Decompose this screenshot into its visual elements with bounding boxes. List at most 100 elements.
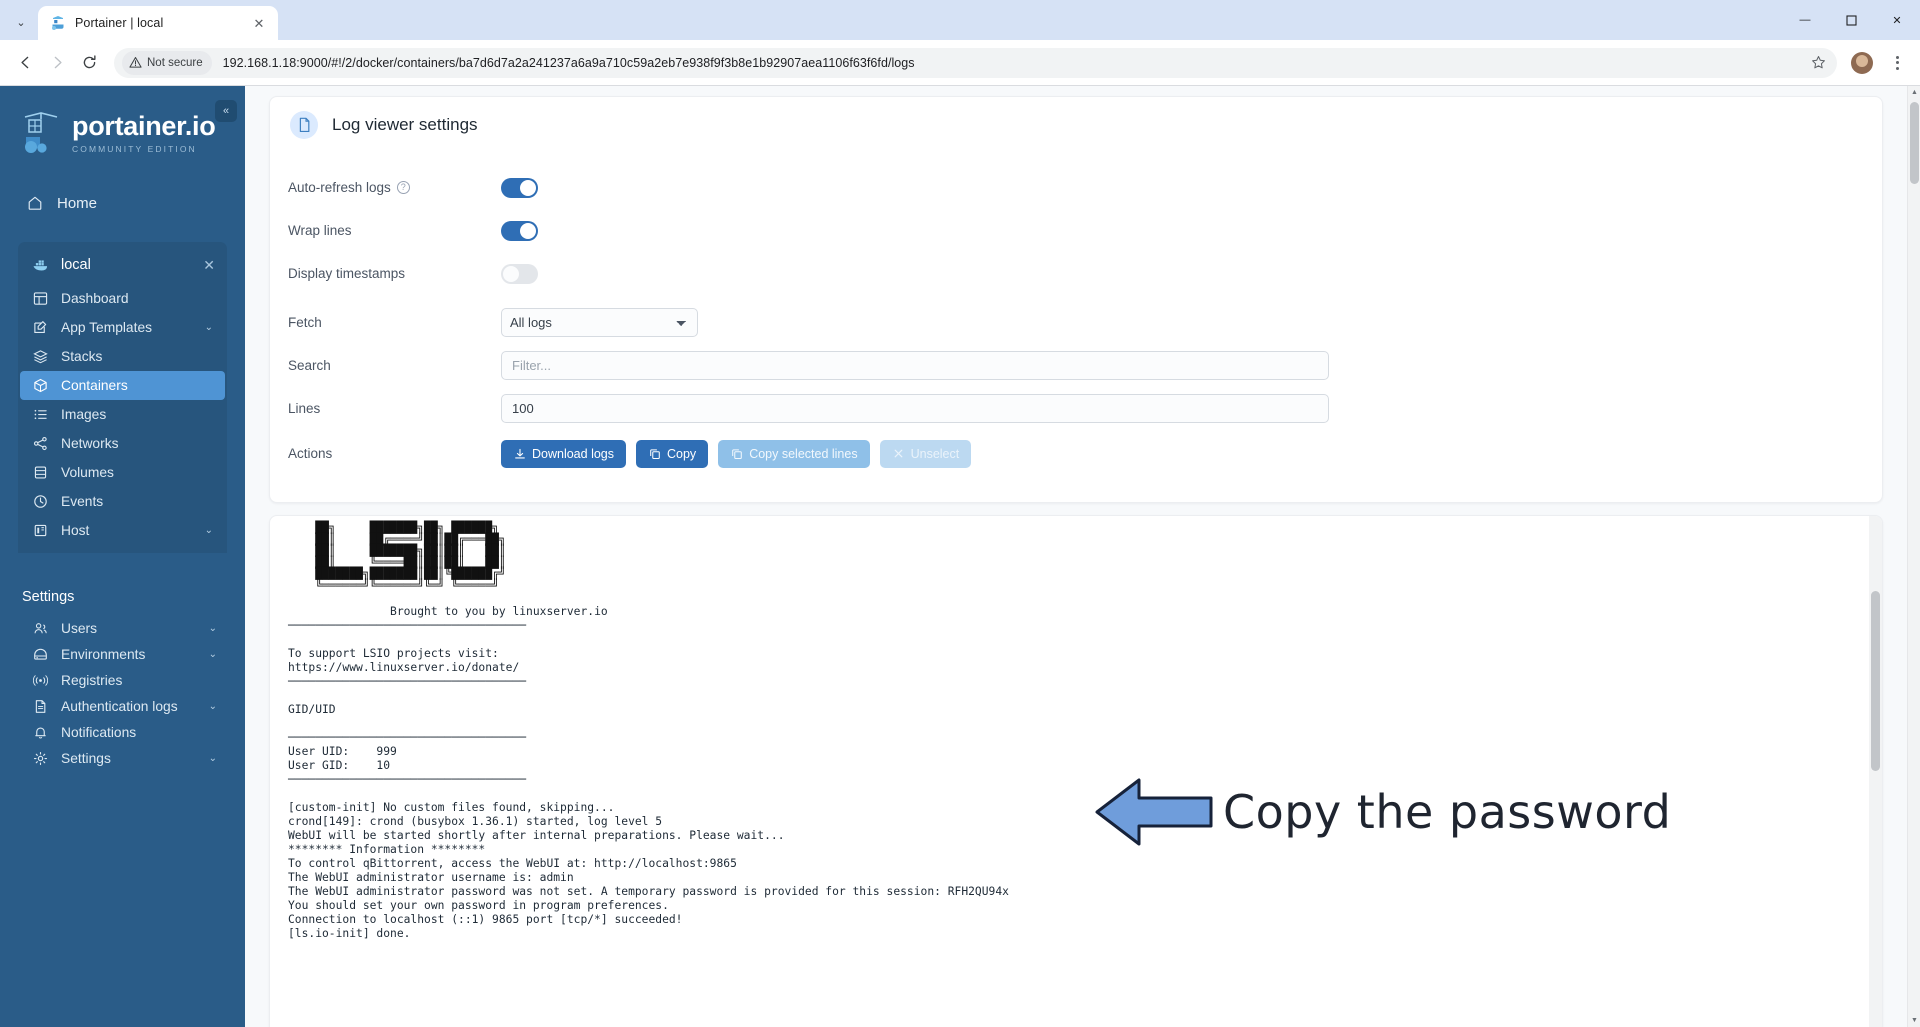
page-scrollbar-thumb[interactable] [1910, 102, 1919, 184]
fetch-select[interactable]: All logs [501, 308, 698, 337]
sidebar-item-authentication-logs[interactable]: Authentication logs ⌄ [0, 693, 245, 719]
browser-menu-icon[interactable] [1884, 48, 1910, 78]
download-logs-button[interactable]: Download logs [501, 439, 626, 468]
sidebar-item-networks[interactable]: Networks [18, 429, 227, 458]
sidebar-item-events[interactable]: Events [18, 487, 227, 516]
copy-selected-lines-label: Copy selected lines [749, 446, 858, 461]
brand-name: portainer.io [72, 110, 216, 141]
sidebar-item-containers[interactable]: Containers [20, 371, 225, 400]
sidebar-item-stacks[interactable]: Stacks [18, 342, 227, 371]
sidebar-item-environments[interactable]: Environments ⌄ [0, 641, 245, 667]
sidebar-item-users[interactable]: Users ⌄ [0, 615, 245, 641]
containers-icon [32, 377, 49, 394]
environment-close-icon[interactable]: ✕ [203, 257, 215, 274]
address-bar[interactable]: Not secure 192.168.1.18:9000/#!/2/docker… [114, 47, 1837, 78]
download-icon [513, 447, 526, 460]
sidebar-item-label: App Templates [61, 320, 153, 335]
images-icon [32, 406, 49, 423]
log-output-text[interactable]: ██╗ ███████╗██╗ ██████╗ ██║ ██╔════╝██║█… [270, 516, 1869, 1027]
file-icon [290, 111, 318, 139]
sidebar-item-label: Users [61, 620, 98, 636]
tab-close-icon[interactable]: ✕ [250, 14, 268, 32]
reload-icon[interactable] [74, 48, 104, 78]
copy-selected-lines-button[interactable]: Copy selected lines [718, 439, 870, 468]
sidebar-item-label: Volumes [61, 465, 114, 480]
browser-tab[interactable]: Portainer | local ✕ [38, 6, 278, 40]
brand-subtitle: COMMUNITY EDITION [72, 143, 197, 154]
users-icon [32, 620, 49, 637]
log-viewer-settings-header: Log viewer settings [270, 97, 1882, 153]
chevron-down-icon: ⌄ [208, 752, 217, 764]
sidebar-item-label: Notifications [61, 724, 137, 740]
sidebar-item-images[interactable]: Images [18, 400, 227, 429]
log-output-card: ██╗ ███████╗██╗ ██████╗ ██║ ██╔════╝██║█… [269, 515, 1883, 1027]
main-scroll-area: Log viewer settings Auto-refresh logs ? … [245, 86, 1907, 1027]
display-timestamps-toggle[interactable] [501, 263, 538, 284]
copy-icon [730, 447, 743, 460]
browser-window: ⌄ Portainer | local ✕ — ✕ Not secure 192… [0, 0, 1920, 1027]
lines-label: Lines [288, 401, 321, 416]
sidebar-item-notifications[interactable]: Notifications [0, 719, 245, 745]
lines-row: Lines [270, 392, 1882, 425]
page-body: « portainer.io COMMUNITY EDITION Home lo… [0, 86, 1920, 1027]
gear-icon [32, 750, 49, 767]
log-viewer-settings-form: Auto-refresh logs ? Wrap lines Display t… [270, 153, 1882, 502]
chevron-down-icon: ⌄ [204, 322, 213, 333]
copy-button[interactable]: Copy [636, 439, 709, 468]
sidebar-item-label: Events [61, 494, 104, 509]
sidebar-item-label: Settings [61, 750, 111, 766]
environment-name: local [61, 257, 91, 273]
chevron-down-icon: ⌄ [208, 700, 217, 712]
sidebar-item-settings[interactable]: Settings ⌄ [0, 745, 245, 771]
sidebar-collapse-button[interactable]: « [215, 100, 237, 122]
events-icon [32, 493, 49, 510]
lines-input[interactable] [501, 394, 1329, 423]
chevron-down-icon: ⌄ [208, 648, 217, 660]
auto-refresh-label-group: Auto-refresh logs ? [270, 180, 501, 195]
security-badge[interactable]: Not secure [122, 50, 212, 75]
unselect-label: Unselect [910, 446, 960, 461]
forward-icon[interactable] [42, 48, 72, 78]
log-scrollbar-thumb[interactable] [1871, 591, 1880, 771]
sidebar-item-volumes[interactable]: Volumes [18, 458, 227, 487]
stacks-icon [32, 348, 49, 365]
profile-avatar[interactable] [1851, 51, 1873, 74]
bookmark-star-icon[interactable] [1805, 50, 1831, 76]
dashboard-icon [32, 290, 49, 307]
search-input[interactable] [501, 351, 1329, 380]
window-minimize-button[interactable]: — [1782, 0, 1828, 40]
browser-tab-title: Portainer | local [75, 16, 164, 30]
sidebar-item-registries[interactable]: Registries [0, 667, 245, 693]
help-icon[interactable]: ? [396, 181, 410, 194]
sidebar-item-label: Networks [61, 436, 119, 451]
unselect-button[interactable]: Unselect [879, 439, 972, 468]
window-close-button[interactable]: ✕ [1874, 0, 1920, 40]
browser-toolbar: Not secure 192.168.1.18:9000/#!/2/docker… [0, 40, 1920, 86]
page-scrollbar[interactable]: ▲ ▼ [1907, 86, 1920, 1027]
registries-icon [32, 672, 49, 689]
sidebar: « portainer.io COMMUNITY EDITION Home lo… [0, 86, 245, 1027]
wrap-lines-toggle[interactable] [501, 220, 538, 241]
tab-search-chevron-icon[interactable]: ⌄ [4, 7, 38, 37]
environments-icon [32, 646, 49, 663]
fetch-label: Fetch [288, 315, 322, 330]
auto-refresh-toggle[interactable] [501, 177, 538, 198]
window-maximize-button[interactable] [1828, 0, 1874, 40]
environment-header[interactable]: local ✕ [18, 246, 227, 284]
home-icon [26, 195, 43, 212]
sidebar-item-label: Registries [61, 672, 123, 688]
sidebar-item-label: Authentication logs [61, 698, 178, 714]
sidebar-item-host[interactable]: Host ⌄ [18, 516, 227, 545]
fetch-row: Fetch All logs [270, 306, 1882, 339]
sidebar-item-home[interactable]: Home [0, 186, 245, 220]
sidebar-item-dashboard[interactable]: Dashboard [18, 284, 227, 313]
back-icon[interactable] [10, 48, 40, 78]
chevron-down-icon: ⌄ [204, 525, 213, 536]
scroll-up-arrow-icon[interactable]: ▲ [1908, 86, 1920, 99]
sidebar-item-app-templates[interactable]: App Templates ⌄ [18, 313, 227, 342]
log-scrollbar[interactable] [1869, 516, 1882, 1027]
host-icon [32, 522, 49, 539]
scroll-down-arrow-icon[interactable]: ▼ [1908, 1014, 1920, 1027]
networks-icon [32, 435, 49, 452]
portainer-favicon-icon [50, 15, 66, 31]
